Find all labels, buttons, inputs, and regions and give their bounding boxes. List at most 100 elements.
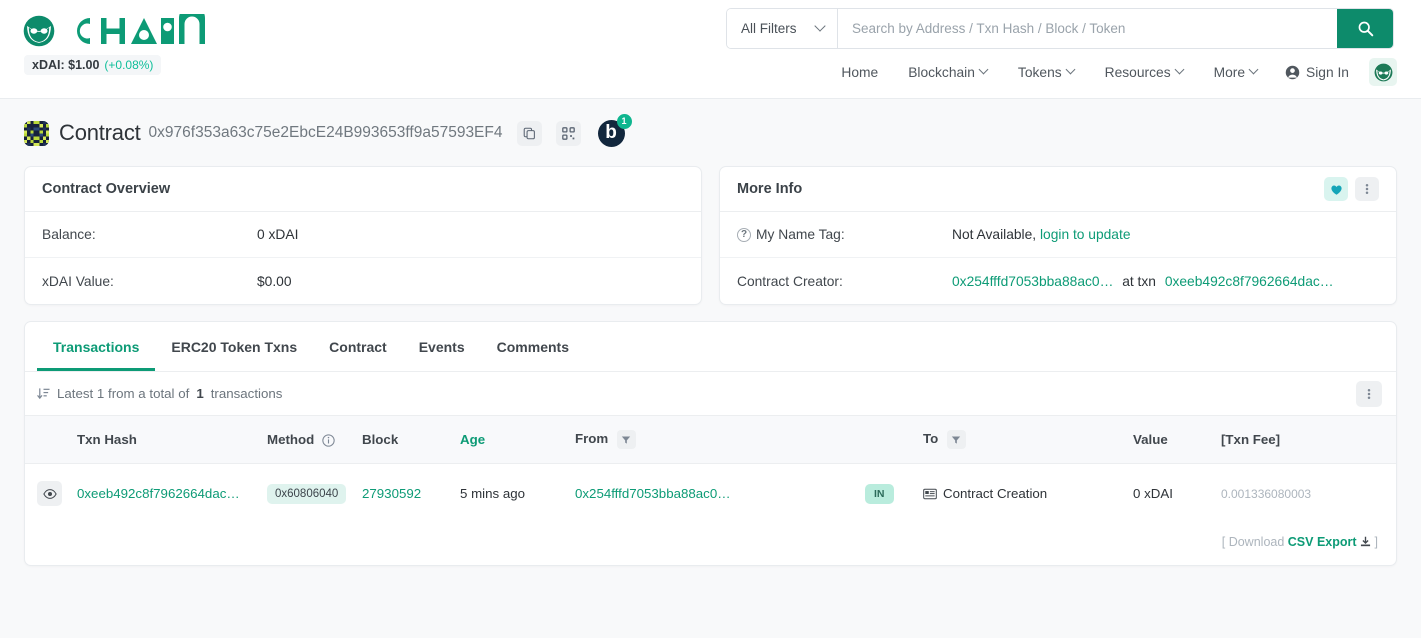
- from-filter-button[interactable]: [617, 430, 636, 449]
- contract-header: Contract 0x976f353a63c75e2EbcE24B993653f…: [24, 110, 1397, 156]
- cell-method: 0x60806040: [267, 464, 362, 524]
- site-logo[interactable]: [22, 14, 250, 48]
- nav-item-home[interactable]: Home: [826, 59, 893, 86]
- row-label: Balance:: [42, 227, 257, 242]
- filter-dropdown[interactable]: All Filters: [727, 9, 838, 48]
- tab-bar: Transactions ERC20 Token Txns Contract E…: [25, 322, 1396, 372]
- page-body: Contract 0x976f353a63c75e2EbcE24B993653f…: [0, 110, 1421, 566]
- txn-hash-link[interactable]: 0xeeb492c8f7962664dac…: [77, 486, 240, 501]
- brand-block: xDAI: $1.00 (+0.08%): [22, 14, 250, 75]
- card-title: More Info: [737, 181, 802, 197]
- col-age[interactable]: Age: [460, 416, 575, 464]
- table-menu-button[interactable]: [1356, 381, 1382, 407]
- cell-txn-fee: 0.001336080003: [1221, 464, 1396, 524]
- heart-icon: [1330, 183, 1343, 196]
- qr-code-button[interactable]: [556, 121, 581, 146]
- col-direction: [865, 416, 923, 464]
- contract-overview-header: Contract Overview: [25, 167, 701, 212]
- row-label: xDAI Value:: [42, 274, 257, 289]
- price-ticker[interactable]: xDAI: $1.00 (+0.08%): [24, 55, 161, 75]
- filter-icon: [951, 435, 961, 445]
- contract-address: 0x976f353a63c75e2EbcE24B993653ff9a57593E…: [149, 124, 503, 142]
- chevron-down-icon: [1067, 66, 1075, 74]
- col-from-label: From: [575, 431, 608, 446]
- more-info-actions: [1324, 177, 1379, 201]
- col-method: Method: [267, 416, 362, 464]
- download-icon[interactable]: [1360, 536, 1371, 547]
- nav-item-blockchain[interactable]: Blockchain: [893, 59, 1003, 86]
- creator-address-link[interactable]: 0x254fffd7053bba88ac0…: [952, 274, 1113, 289]
- cell-txn-hash: 0xeeb492c8f7962664dac…: [77, 464, 267, 524]
- avatar[interactable]: [1369, 58, 1397, 86]
- cell-block: 27930592: [362, 464, 460, 524]
- nav-label: Resources: [1105, 65, 1171, 80]
- to-filter-button[interactable]: [947, 430, 966, 449]
- tab-events[interactable]: Events: [403, 323, 481, 371]
- blockscan-count-badge: 1: [617, 114, 632, 129]
- chain-owl-logo-icon: [22, 14, 56, 48]
- card-title: Contract Overview: [42, 181, 170, 197]
- chevron-down-icon: [1250, 66, 1258, 74]
- from-address-link[interactable]: 0x254fffd7053bba88ac0…: [575, 486, 731, 501]
- login-to-update-link[interactable]: login to update: [1040, 227, 1131, 242]
- sign-in-button[interactable]: Sign In: [1273, 59, 1361, 86]
- info-circle-icon[interactable]: [322, 434, 335, 447]
- overview-row-xdai-value: xDAI Value: $0.00: [25, 258, 701, 304]
- col-to-label: To: [923, 431, 938, 446]
- question-circle-icon[interactable]: ?: [737, 228, 751, 242]
- csv-export-bar: [ Download CSV Export ]: [25, 523, 1396, 565]
- csv-export-link[interactable]: CSV Export: [1288, 535, 1357, 549]
- eye-icon: [43, 487, 57, 501]
- transactions-count: Latest 1 from a total of 1 transactions: [37, 386, 282, 401]
- cell-eye: [25, 464, 77, 524]
- chevron-down-icon: [816, 22, 825, 31]
- nav-label: Blockchain: [908, 65, 975, 80]
- col-method-label: Method: [267, 432, 314, 447]
- owl-avatar-icon: [1373, 62, 1394, 83]
- site-logo-text: [60, 14, 250, 48]
- transactions-panel: Transactions ERC20 Token Txns Contract E…: [24, 321, 1397, 566]
- main-nav: Home Blockchain Tokens Resources More Si…: [826, 58, 1397, 86]
- nav-item-more[interactable]: More: [1199, 59, 1273, 86]
- copy-address-button[interactable]: [517, 121, 542, 146]
- qr-code-icon: [562, 127, 575, 140]
- filter-dropdown-label: All Filters: [741, 21, 797, 36]
- block-link[interactable]: 27930592: [362, 486, 421, 501]
- chevron-down-icon: [980, 66, 988, 74]
- method-badge[interactable]: 0x60806040: [267, 484, 346, 504]
- page-title: Contract: [59, 120, 141, 146]
- tab-comments[interactable]: Comments: [481, 323, 585, 371]
- more-info-card: More Info: [719, 166, 1397, 305]
- search-button[interactable]: [1337, 9, 1393, 48]
- table-header-row: Txn Hash Method Block Age From: [25, 416, 1396, 464]
- row-label: Contract Creator:: [737, 274, 952, 289]
- blockscan-chat-button[interactable]: b 1: [598, 120, 625, 147]
- table-body: 0xeeb492c8f7962664dac… 0x60806040 279305…: [25, 464, 1396, 524]
- csv-download-label: Download: [1229, 535, 1285, 549]
- vertical-dots-icon: [1361, 183, 1373, 195]
- more-info-row-creator: Contract Creator: 0x254fffd7053bba88ac0……: [720, 258, 1396, 304]
- transactions-table: Txn Hash Method Block Age From: [25, 415, 1396, 523]
- tab-contract[interactable]: Contract: [313, 323, 403, 371]
- csv-close-bracket: ]: [1375, 535, 1378, 549]
- blockscan-letter: b: [605, 122, 617, 144]
- table-row: 0xeeb492c8f7962664dac… 0x60806040 279305…: [25, 464, 1396, 524]
- search-bar: All Filters: [726, 8, 1394, 49]
- search-input[interactable]: [838, 9, 1337, 48]
- sort-descending-icon[interactable]: [37, 387, 50, 400]
- preview-button[interactable]: [37, 481, 62, 506]
- row-value: Not Available, login to update: [952, 227, 1131, 242]
- to-content: Contract Creation: [923, 486, 1133, 501]
- tab-erc20-token-txns[interactable]: ERC20 Token Txns: [155, 323, 313, 371]
- col-block: Block: [362, 416, 460, 464]
- creation-txn-link[interactable]: 0xeeb492c8f7962664dac…: [1165, 274, 1334, 289]
- row-value: 0x254fffd7053bba88ac0… at txn 0xeeb492c8…: [952, 274, 1334, 289]
- more-info-menu-button[interactable]: [1355, 177, 1379, 201]
- col-value: Value: [1133, 416, 1221, 464]
- favorite-button[interactable]: [1324, 177, 1348, 201]
- user-circle-icon: [1285, 65, 1300, 80]
- tab-transactions[interactable]: Transactions: [37, 323, 155, 371]
- nav-label: Tokens: [1018, 65, 1062, 80]
- nav-item-tokens[interactable]: Tokens: [1003, 59, 1090, 86]
- nav-item-resources[interactable]: Resources: [1090, 59, 1199, 86]
